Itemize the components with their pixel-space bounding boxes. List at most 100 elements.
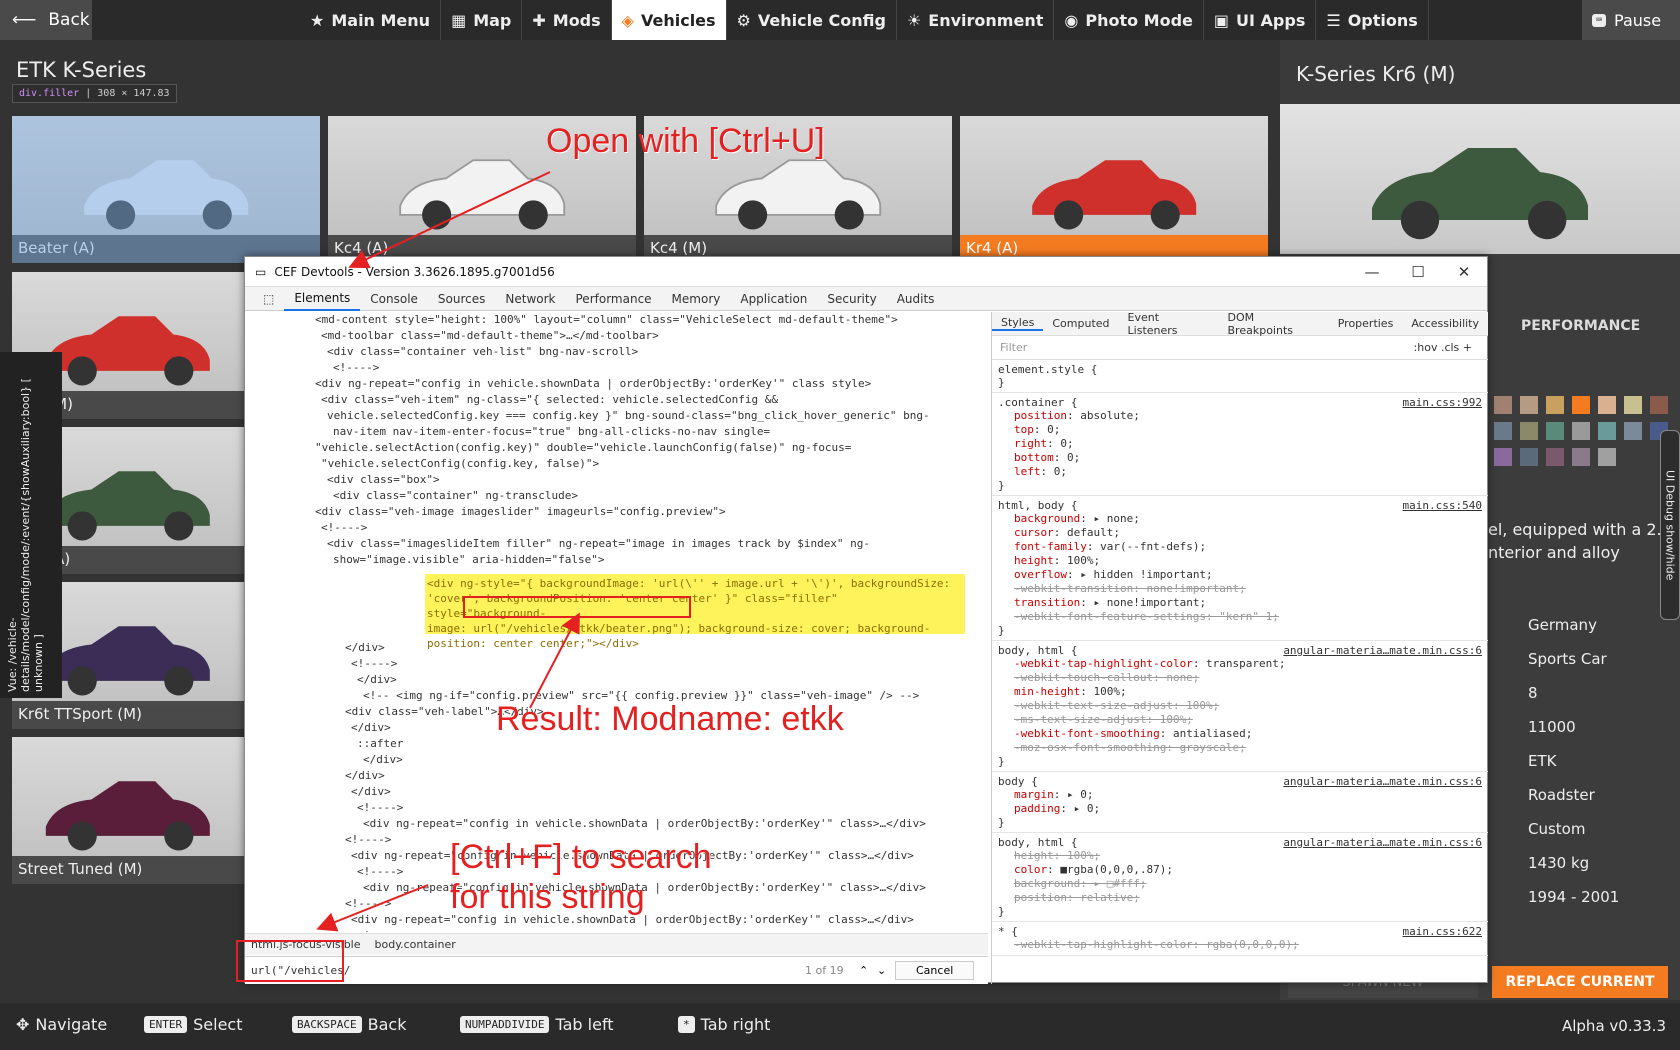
code-line: <div class="container veh-list" bng-nav-… <box>327 345 639 358</box>
annotation-result: Result: Modname: etkk <box>496 700 844 738</box>
code-line: <!----> <box>351 657 398 670</box>
maximize-icon[interactable]: ☐ <box>1395 257 1441 287</box>
code-line: image: url("/vehicles/etkk/beater.png");… <box>427 622 931 635</box>
menu-main-menu[interactable]: ★ Main Menu <box>300 0 442 40</box>
filter-tools[interactable]: :hov .cls + <box>1414 341 1472 354</box>
car-image <box>45 781 210 851</box>
color-swatch[interactable] <box>1598 396 1616 414</box>
menu-photo-mode[interactable]: ◉ Photo Mode <box>1054 0 1204 40</box>
color-swatch[interactable] <box>1546 422 1564 440</box>
search-highlight-box <box>236 940 344 982</box>
cancel-button[interactable]: Cancel <box>895 961 975 980</box>
menu-map[interactable]: ▦ Map <box>441 0 523 40</box>
top-bar: ⟵ Back ★ Main Menu ▦ Map ✚ Mods ◈ Vehicles ⚙ V… <box>0 0 1680 40</box>
tab-memory[interactable]: Memory <box>662 287 731 311</box>
color-swatch[interactable] <box>1494 422 1512 440</box>
code-line: <div class="container" ng-transclude> <box>333 489 579 502</box>
spec-value: Germany <box>1528 616 1597 634</box>
color-swatch[interactable] <box>1546 396 1564 414</box>
color-swatch[interactable] <box>1598 422 1616 440</box>
spec-value: 1994 - 2001 <box>1528 888 1620 906</box>
color-swatch[interactable] <box>1650 396 1668 414</box>
breadcrumb-item[interactable]: body.container <box>375 938 456 951</box>
color-swatch[interactable] <box>1520 396 1538 414</box>
car-image <box>83 160 249 230</box>
vue-route-label: Vue: /vehicle-details/model/config/mode/… <box>0 352 62 698</box>
code-line: <!----> <box>333 361 380 374</box>
tab-sources[interactable]: Sources <box>428 287 495 311</box>
code-line: <div ng-repeat="config in vehicle.shownD… <box>315 377 872 390</box>
star-icon: ★ <box>310 10 325 30</box>
color-swatch[interactable] <box>1520 448 1538 466</box>
code-line: <div ng-style="{ backgroundImage: 'url(\… <box>427 577 951 590</box>
bottom-hint-bar: ✥ Navigate ENTER Select BACKSPACE Back NUMP… <box>0 1003 1680 1050</box>
tab-security[interactable]: Security <box>817 287 886 311</box>
color-swatch[interactable] <box>1624 396 1642 414</box>
close-icon[interactable]: ✕ <box>1441 257 1487 287</box>
spec-value: Custom <box>1528 820 1586 838</box>
code-line: <div ng-repeat="config in vehicle.shownD… <box>363 817 926 830</box>
code-line: nav-item nav-item-enter-focus="true" bng… <box>333 425 771 438</box>
color-swatch[interactable] <box>1494 396 1512 414</box>
code-line: </div> <box>345 769 385 782</box>
tab-elements[interactable]: Elements <box>284 287 361 311</box>
color-swatch[interactable] <box>1520 422 1538 440</box>
spec-value: Roadster <box>1528 786 1595 804</box>
car-icon: ◈ <box>621 10 634 30</box>
pause-button[interactable]: ⌨ Pause <box>1582 0 1680 40</box>
chevron-up-icon[interactable]: ⌃ <box>859 964 868 977</box>
color-swatch[interactable] <box>1546 448 1564 466</box>
devtools-tabs: ⬚ Elements Console Sources Network Perfo… <box>245 287 1487 311</box>
vehicle-description: el, equipped with a 2.4 nterior and allo… <box>1488 520 1672 562</box>
color-swatch[interactable] <box>1598 448 1616 466</box>
sliders-icon: ☰ <box>1326 10 1341 30</box>
annotation-search-2: for this string <box>450 878 645 916</box>
back-button[interactable]: ⟵ Back <box>0 0 92 40</box>
result-highlight-box <box>463 596 691 618</box>
color-swatch[interactable] <box>1572 422 1590 440</box>
code-line: </div> <box>357 673 397 686</box>
tab-styles[interactable]: Styles <box>992 316 1044 331</box>
tab-application[interactable]: Application <box>730 287 817 311</box>
ui-debug-toggle[interactable]: UI Debug show/hide <box>1660 430 1680 620</box>
tab-properties[interactable]: Properties <box>1329 317 1403 330</box>
vehicle-tile-selected[interactable]: Kr4 (A) <box>960 116 1268 263</box>
inspect-icon[interactable]: ⬚ <box>253 287 284 311</box>
breadcrumb: html.js-focus-visible body.container <box>245 933 988 955</box>
styles-filter[interactable]: Filter :hov .cls + <box>992 336 1488 360</box>
spec-value: Sports Car <box>1528 650 1607 668</box>
chevron-down-icon[interactable]: ⌄ <box>877 964 886 977</box>
car-image <box>45 471 210 541</box>
dpad-icon: ✥ <box>16 1015 30 1034</box>
keyboard-icon: ⌨ <box>1592 13 1607 27</box>
tab-network[interactable]: Network <box>495 287 565 311</box>
menu-vehicles[interactable]: ◈ Vehicles <box>611 0 727 40</box>
vehicle-tile[interactable]: Street Tuned (M) <box>12 737 244 884</box>
color-swatch[interactable] <box>1494 448 1512 466</box>
menu-environment[interactable]: ☀ Environment <box>897 0 1055 40</box>
color-swatch[interactable] <box>1572 396 1590 414</box>
menu-options[interactable]: ☰ Options <box>1316 0 1429 40</box>
tile-label: Kr6t TTSport (M) <box>12 701 244 729</box>
tab-accessibility[interactable]: Accessibility <box>1402 317 1488 330</box>
tab-event-listeners[interactable]: Event Listeners <box>1119 312 1219 337</box>
menu-mods[interactable]: ✚ Mods <box>522 0 612 40</box>
tab-audits[interactable]: Audits <box>887 287 945 311</box>
code-line: <md-content style="height: 100%" layout=… <box>315 313 898 326</box>
weather-icon: ☀ <box>906 10 922 30</box>
menu-ui-apps[interactable]: ▣ UI Apps <box>1204 0 1317 40</box>
annotation-open: Open with [Ctrl+U] <box>546 122 825 160</box>
find-bar: url("/vehicles/ 1 of 19 ⌃ ⌄ Cancel <box>245 956 988 984</box>
tab-computed[interactable]: Computed <box>1043 317 1118 330</box>
arrow-left-icon: ⟵ <box>12 10 37 30</box>
replace-current-button[interactable]: REPLACE CURRENT <box>1492 966 1668 998</box>
menu-vehicle-config[interactable]: ⚙ Vehicle Config <box>727 0 897 40</box>
tab-dom-breakpoints[interactable]: DOM Breakpoints <box>1219 312 1329 337</box>
vehicle-tile[interactable]: Beater (A) <box>12 116 320 263</box>
car-config-icon: ⚙ <box>736 10 751 30</box>
minimize-icon[interactable]: — <box>1349 257 1395 287</box>
tab-console[interactable]: Console <box>360 287 428 311</box>
color-swatch[interactable] <box>1572 448 1590 466</box>
color-swatch[interactable] <box>1624 422 1642 440</box>
tab-performance[interactable]: Performance <box>566 287 662 311</box>
